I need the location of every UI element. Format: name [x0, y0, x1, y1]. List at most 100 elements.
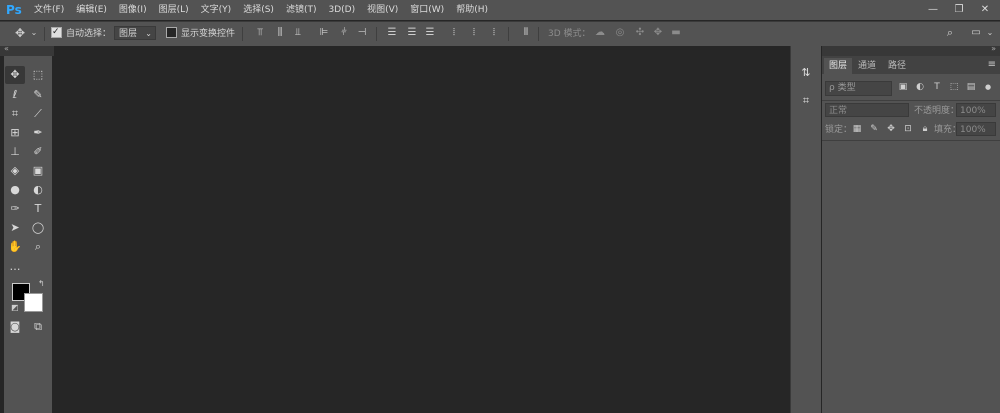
distribute-left-icon[interactable]: ⦙ [448, 27, 460, 39]
distribute-bottom-icon[interactable]: ☰ [424, 27, 436, 39]
gradient-icon[interactable]: ▣ [28, 162, 48, 180]
tab-layers[interactable]: 图层 [824, 58, 853, 74]
menu-image[interactable]: 图像(I) [119, 3, 147, 17]
swap-colors-icon[interactable]: ↰ [38, 279, 45, 288]
crop-panel-icon[interactable]: ⌗ [796, 92, 816, 110]
healing-brush-icon[interactable]: ⊞ [5, 124, 25, 142]
3d-orbit-icon[interactable]: ☁ [594, 27, 606, 39]
restore-button[interactable]: ❐ [950, 2, 968, 17]
align-top-icon[interactable]: ⫪ [254, 27, 266, 39]
quick-select-icon[interactable]: ✎ [28, 86, 48, 104]
eraser-icon[interactable]: ◈ [5, 162, 25, 180]
align-horizontal-center-icon[interactable]: ⫩ [338, 27, 350, 39]
menu-edit[interactable]: 编辑(E) [76, 3, 107, 17]
align-left-icon[interactable]: ⊫ [318, 27, 330, 39]
menu-bar: Ps 文件(F) 编辑(E) 图像(I) 图层(L) 文字(Y) 选择(S) 滤… [0, 0, 1000, 20]
collapse-icon[interactable]: « [4, 44, 9, 53]
show-transform-checkbox[interactable] [166, 27, 177, 38]
brush-icon[interactable]: ✒ [28, 124, 48, 142]
ellipse-icon[interactable]: ◯ [28, 219, 48, 237]
auto-select-option[interactable]: 自动选择： [51, 25, 112, 41]
lasso-icon[interactable]: ℓ [5, 86, 25, 104]
menu-file[interactable]: 文件(F) [34, 3, 64, 17]
align-right-icon[interactable]: ⊣ [356, 27, 368, 39]
divider [538, 27, 539, 41]
lock-image-pixels-icon[interactable]: ✎ [868, 123, 880, 136]
menu-filter[interactable]: 滤镜(T) [286, 3, 317, 17]
filter-toggle-icon[interactable]: ● [982, 81, 994, 94]
distribute-right-icon[interactable]: ⦙ [488, 27, 500, 39]
lock-all-icon[interactable]: 🔒︎ [919, 123, 931, 136]
lock-position-icon[interactable]: ✥ [885, 123, 897, 136]
minimize-button[interactable]: — [924, 2, 942, 17]
layer-filter-row: ρ 类型 ▣ ◐ T ⬚ ▤ ● [822, 78, 1000, 98]
divider [508, 27, 509, 41]
opacity-field[interactable]: 100% [956, 103, 996, 117]
type-icon[interactable]: T [28, 200, 48, 218]
auto-select-dropdown[interactable]: 图层 ⌄ [114, 26, 156, 40]
close-button[interactable]: ✕ [976, 2, 994, 17]
document-canvas-area[interactable] [54, 46, 790, 413]
distribute-top-icon[interactable]: ☰ [386, 27, 398, 39]
lock-transparent-pixels-icon[interactable]: ▦ [851, 123, 863, 136]
dodge-icon[interactable]: ◐ [28, 181, 48, 199]
search-icon[interactable]: ⌕ [944, 27, 956, 39]
align-bottom-icon[interactable]: ⫫ [292, 27, 304, 39]
path-select-icon[interactable]: ➤ [5, 219, 25, 237]
lock-artboard-icon[interactable]: ⊡ [902, 123, 914, 136]
tab-channels[interactable]: 通道 [853, 58, 881, 74]
menu-view[interactable]: 视图(V) [367, 3, 398, 17]
zoom-icon[interactable]: ⌕ [28, 238, 48, 256]
3d-scale-icon[interactable]: ▬ [670, 27, 682, 39]
workspace-icon[interactable]: ▭ [970, 27, 982, 39]
blur-icon[interactable]: ● [5, 181, 25, 199]
distribute-horizontal-center-icon[interactable]: ⦙ [468, 27, 480, 39]
hand-icon[interactable]: ✋ [5, 238, 25, 256]
distribute-vertical-center-icon[interactable]: ☰ [406, 27, 418, 39]
move-tool-preset-icon[interactable]: ✥ [14, 27, 26, 39]
more-tools-icon[interactable]: … [5, 258, 25, 276]
menu-type[interactable]: 文字(Y) [201, 3, 232, 17]
filter-smart-object-icon[interactable]: ▤ [965, 81, 977, 94]
auto-select-checkbox[interactable] [51, 25, 62, 39]
menu-layer[interactable]: 图层(L) [159, 3, 189, 17]
clone-stamp-icon[interactable]: ⊥ [5, 143, 25, 161]
move-icon[interactable]: ✥ [5, 66, 25, 84]
main-menu: 文件(F) 编辑(E) 图像(I) 图层(L) 文字(Y) 选择(S) 滤镜(T… [34, 3, 500, 17]
show-transform-option[interactable]: 显示变换控件 [166, 27, 235, 41]
collapse-icon[interactable]: » [991, 44, 996, 53]
menu-help[interactable]: 帮助(H) [456, 3, 488, 17]
filter-shape-icon[interactable]: ⬚ [948, 81, 960, 94]
default-colors-icon[interactable]: ◩ [11, 303, 19, 312]
lock-row: 锁定： ▦ ✎ ✥ ⊡ 🔒︎ 填充： 100% [822, 120, 1000, 140]
align-vertical-center-icon[interactable]: ⫼ [274, 27, 286, 39]
crop-icon[interactable]: ⌗ [5, 105, 25, 123]
3d-pan-icon[interactable]: ✣ [634, 27, 646, 39]
eyedropper-icon[interactable]: ⟋ [28, 105, 48, 123]
divider [242, 27, 243, 41]
rect-marquee-icon[interactable]: ⬚ [28, 66, 48, 84]
filter-pixel-icon[interactable]: ▣ [897, 81, 909, 94]
screen-mode-icon[interactable]: ⧉ [28, 318, 48, 336]
history-brush-icon[interactable]: ✐ [28, 143, 48, 161]
auto-align-layers-icon[interactable]: ⫴ [520, 27, 532, 39]
chevron-down-icon[interactable]: ⌄ [984, 27, 996, 39]
background-color-swatch[interactable] [24, 293, 43, 312]
pen-icon[interactable]: ✑ [5, 200, 25, 218]
filter-type-icon[interactable]: T [931, 81, 943, 94]
menu-select[interactable]: 选择(S) [243, 3, 274, 17]
menu-3d[interactable]: 3D(D) [328, 3, 355, 17]
fill-field[interactable]: 100% [956, 122, 996, 136]
menu-window[interactable]: 窗口(W) [410, 3, 444, 17]
3d-roll-icon[interactable]: ◎ [614, 27, 626, 39]
blend-mode-select[interactable]: 正常 [825, 103, 909, 117]
chevron-down-icon[interactable]: ⌄ [28, 27, 40, 39]
panel-menu-icon[interactable]: ≡ [988, 58, 996, 72]
layer-filter-search[interactable]: ρ 类型 [825, 81, 892, 96]
quick-mask-icon[interactable]: ◙ [5, 318, 25, 336]
filter-adjustment-icon[interactable]: ◐ [914, 81, 926, 94]
auto-select-label: 自动选择： [66, 29, 112, 39]
adjustments-icon[interactable]: ⇅ [796, 64, 816, 82]
tab-paths[interactable]: 路径 [883, 58, 911, 74]
3d-slide-icon[interactable]: ✥ [652, 27, 664, 39]
